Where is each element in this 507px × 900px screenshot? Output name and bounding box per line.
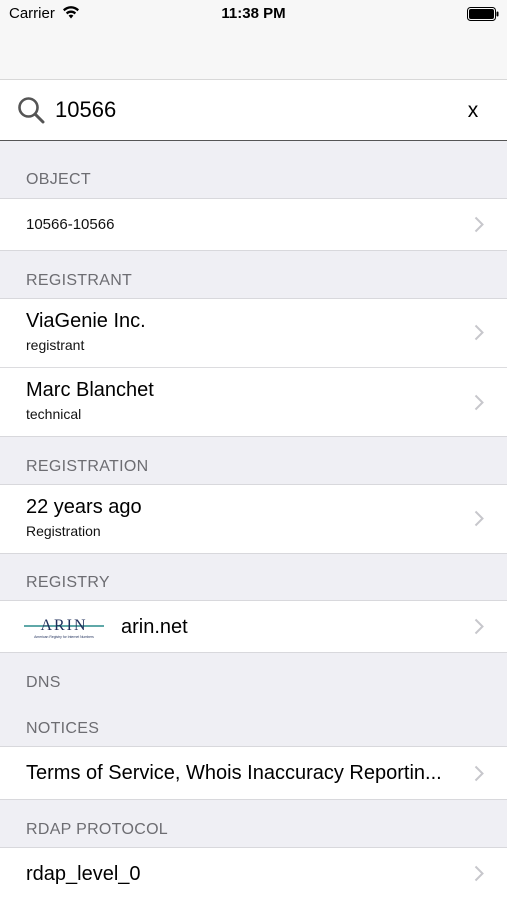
- registrant-name: ViaGenie Inc.: [26, 310, 146, 332]
- chevron-right-icon: [474, 865, 484, 882]
- chevron-right-icon: [474, 324, 484, 341]
- svg-text:American Registry for Internet: American Registry for Internet Numbers: [34, 635, 94, 639]
- chevron-right-icon: [474, 510, 484, 527]
- section-header-object: OBJECT: [26, 171, 91, 188]
- section-header-registration: REGISTRATION: [26, 458, 149, 475]
- technical-contact-row[interactable]: Marc Blanchet technical: [0, 368, 507, 437]
- object-handle: 10566-10566: [26, 216, 115, 233]
- registrant-role: registrant: [26, 337, 85, 353]
- object-row[interactable]: 10566-10566: [0, 198, 507, 251]
- rdap-protocol-row[interactable]: rdap_level_0: [0, 847, 507, 900]
- chevron-right-icon: [474, 765, 484, 782]
- svg-text:ARIN: ARIN: [40, 617, 87, 634]
- section-header-rdap-protocol: RDAP PROTOCOL: [26, 821, 169, 838]
- technical-contact-name: Marc Blanchet: [26, 379, 154, 401]
- registration-row[interactable]: 22 years ago Registration: [0, 484, 507, 554]
- status-bar: Carrier 11:38 PM: [0, 0, 507, 28]
- chevron-right-icon: [474, 394, 484, 411]
- search-icon: [18, 97, 45, 124]
- clear-search-button[interactable]: x: [461, 98, 485, 124]
- registration-age: 22 years ago: [26, 496, 142, 518]
- rdap-conformance-level: rdap_level_0: [26, 863, 141, 885]
- notice-title: Terms of Service, Whois Inaccuracy Repor…: [26, 762, 442, 784]
- notices-row[interactable]: Terms of Service, Whois Inaccuracy Repor…: [0, 746, 507, 800]
- clock-time: 11:38 PM: [221, 5, 286, 22]
- chevron-right-icon: [474, 618, 484, 635]
- chevron-right-icon: [474, 216, 484, 233]
- registry-domain: arin.net: [121, 616, 188, 638]
- search-input[interactable]: [55, 92, 445, 128]
- battery-icon: [467, 7, 499, 21]
- arin-logo-icon: ARIN American Registry for Internet Numb…: [24, 617, 104, 639]
- section-header-registry: REGISTRY: [26, 574, 110, 591]
- section-header-notices: NOTICES: [26, 720, 100, 737]
- technical-contact-role: technical: [26, 406, 82, 422]
- registrant-row[interactable]: ViaGenie Inc. registrant: [0, 298, 507, 368]
- search-bar: x: [0, 80, 507, 141]
- registry-row[interactable]: ARIN American Registry for Internet Numb…: [0, 600, 507, 653]
- section-header-registrant: REGISTRANT: [26, 272, 133, 289]
- section-header-dns: DNS: [26, 674, 61, 691]
- registration-event: Registration: [26, 523, 101, 539]
- navigation-bar: [0, 28, 507, 80]
